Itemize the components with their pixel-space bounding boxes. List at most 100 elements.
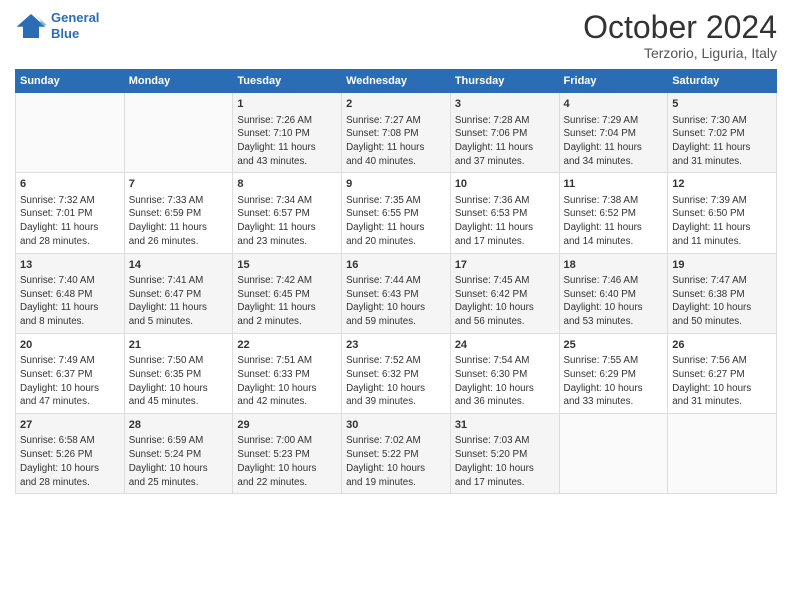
day-info: Sunrise: 7:39 AMSunset: 6:50 PMDaylight:… (672, 194, 772, 249)
day-number: 28 (129, 418, 229, 433)
day-info: Sunrise: 7:56 AMSunset: 6:27 PMDaylight:… (672, 354, 772, 409)
day-number: 7 (129, 177, 229, 192)
day-number: 25 (564, 338, 664, 353)
day-cell: 18Sunrise: 7:46 AMSunset: 6:40 PMDayligh… (559, 253, 668, 333)
day-cell: 5 Sunrise: 7:30 AMSunset: 7:02 PMDaylight… (668, 93, 777, 173)
day-cell: 22Sunrise: 7:51 AMSunset: 6:33 PMDayligh… (233, 333, 342, 413)
day-info: Sunrise: 7:49 AMSunset: 6:37 PMDaylight:… (20, 354, 120, 409)
day-cell: 14Sunrise: 7:41 AMSunset: 6:47 PMDayligh… (124, 253, 233, 333)
day-info: Sunrise: 7:46 AMSunset: 6:40 PMDaylight:… (564, 274, 664, 329)
day-info: Sunrise: 7:44 AMSunset: 6:43 PMDaylight:… (346, 274, 446, 329)
day-cell: 23Sunrise: 7:52 AMSunset: 6:32 PMDayligh… (342, 333, 451, 413)
day-info: Sunrise: 7:42 AMSunset: 6:45 PMDaylight:… (237, 274, 337, 329)
day-info: Sunrise: 7:38 AMSunset: 6:52 PMDaylight:… (564, 194, 664, 249)
day-cell (124, 93, 233, 173)
day-info: Sunrise: 7:54 AMSunset: 6:30 PMDaylight:… (455, 354, 555, 409)
day-cell: 26Sunrise: 7:56 AMSunset: 6:27 PMDayligh… (668, 333, 777, 413)
day-info: Sunrise: 7:41 AMSunset: 6:47 PMDaylight:… (129, 274, 229, 329)
day-number: 23 (346, 338, 446, 353)
day-info: Sunrise: 7:50 AMSunset: 6:35 PMDaylight:… (129, 354, 229, 409)
col-header-wednesday: Wednesday (342, 70, 451, 93)
logo: General Blue (15, 10, 99, 41)
day-cell: 28Sunrise: 6:59 AMSunset: 5:24 PMDayligh… (124, 414, 233, 494)
header-row: SundayMondayTuesdayWednesdayThursdayFrid… (16, 70, 777, 93)
day-number: 20 (20, 338, 120, 353)
week-row-4: 20Sunrise: 7:49 AMSunset: 6:37 PMDayligh… (16, 333, 777, 413)
day-cell: 30Sunrise: 7:02 AMSunset: 5:22 PMDayligh… (342, 414, 451, 494)
week-row-2: 6 Sunrise: 7:32 AMSunset: 7:01 PMDaylight… (16, 173, 777, 253)
day-number: 1 (237, 97, 337, 112)
day-info: Sunrise: 7:33 AMSunset: 6:59 PMDaylight:… (129, 194, 229, 249)
day-cell: 12Sunrise: 7:39 AMSunset: 6:50 PMDayligh… (668, 173, 777, 253)
day-number: 21 (129, 338, 229, 353)
page: General Blue October 2024 Terzorio, Ligu… (0, 0, 792, 612)
day-cell: 29Sunrise: 7:00 AMSunset: 5:23 PMDayligh… (233, 414, 342, 494)
col-header-saturday: Saturday (668, 70, 777, 93)
day-info: Sunrise: 7:47 AMSunset: 6:38 PMDaylight:… (672, 274, 772, 329)
day-cell (559, 414, 668, 494)
week-row-3: 13Sunrise: 7:40 AMSunset: 6:48 PMDayligh… (16, 253, 777, 333)
day-number: 22 (237, 338, 337, 353)
day-number: 8 (237, 177, 337, 192)
day-number: 3 (455, 97, 555, 112)
day-info: Sunrise: 7:32 AMSunset: 7:01 PMDaylight:… (20, 194, 120, 249)
day-number: 2 (346, 97, 446, 112)
day-info: Sunrise: 6:59 AMSunset: 5:24 PMDaylight:… (129, 434, 229, 489)
day-info: Sunrise: 7:00 AMSunset: 5:23 PMDaylight:… (237, 434, 337, 489)
logo-icon (15, 12, 47, 40)
day-cell: 7 Sunrise: 7:33 AMSunset: 6:59 PMDaylight… (124, 173, 233, 253)
day-cell: 4Sunrise: 7:29 AMSunset: 7:04 PMDaylight… (559, 93, 668, 173)
day-cell: 2 Sunrise: 7:27 AMSunset: 7:08 PMDaylight… (342, 93, 451, 173)
day-number: 16 (346, 258, 446, 273)
day-number: 4 (564, 97, 664, 112)
day-info: Sunrise: 7:35 AMSunset: 6:55 PMDaylight:… (346, 194, 446, 249)
col-header-monday: Monday (124, 70, 233, 93)
day-info: Sunrise: 7:51 AMSunset: 6:33 PMDaylight:… (237, 354, 337, 409)
day-cell: 31Sunrise: 7:03 AMSunset: 5:20 PMDayligh… (450, 414, 559, 494)
col-header-friday: Friday (559, 70, 668, 93)
day-number: 5 (672, 97, 772, 112)
day-number: 29 (237, 418, 337, 433)
day-number: 24 (455, 338, 555, 353)
day-cell: 17Sunrise: 7:45 AMSunset: 6:42 PMDayligh… (450, 253, 559, 333)
day-cell (668, 414, 777, 494)
day-cell: 25Sunrise: 7:55 AMSunset: 6:29 PMDayligh… (559, 333, 668, 413)
col-header-thursday: Thursday (450, 70, 559, 93)
day-info: Sunrise: 7:52 AMSunset: 6:32 PMDaylight:… (346, 354, 446, 409)
day-cell: 11Sunrise: 7:38 AMSunset: 6:52 PMDayligh… (559, 173, 668, 253)
day-cell: 9 Sunrise: 7:35 AMSunset: 6:55 PMDaylight… (342, 173, 451, 253)
day-cell: 21Sunrise: 7:50 AMSunset: 6:35 PMDayligh… (124, 333, 233, 413)
day-info: Sunrise: 7:34 AMSunset: 6:57 PMDaylight:… (237, 194, 337, 249)
day-cell: 1 Sunrise: 7:26 AMSunset: 7:10 PMDaylight… (233, 93, 342, 173)
day-cell: 27Sunrise: 6:58 AMSunset: 5:26 PMDayligh… (16, 414, 125, 494)
day-info: Sunrise: 7:26 AMSunset: 7:10 PMDaylight:… (237, 114, 337, 169)
day-cell: 15Sunrise: 7:42 AMSunset: 6:45 PMDayligh… (233, 253, 342, 333)
month-title: October 2024 (583, 10, 777, 45)
day-number: 6 (20, 177, 120, 192)
day-info: Sunrise: 7:28 AMSunset: 7:06 PMDaylight:… (455, 114, 555, 169)
title-block: October 2024 Terzorio, Liguria, Italy (583, 10, 777, 61)
day-cell (16, 93, 125, 173)
day-number: 30 (346, 418, 446, 433)
day-info: Sunrise: 7:55 AMSunset: 6:29 PMDaylight:… (564, 354, 664, 409)
day-number: 9 (346, 177, 446, 192)
day-number: 15 (237, 258, 337, 273)
day-number: 26 (672, 338, 772, 353)
day-info: Sunrise: 7:27 AMSunset: 7:08 PMDaylight:… (346, 114, 446, 169)
day-number: 18 (564, 258, 664, 273)
day-info: Sunrise: 7:30 AMSunset: 7:02 PMDaylight:… (672, 114, 772, 169)
day-number: 17 (455, 258, 555, 273)
calendar-table: SundayMondayTuesdayWednesdayThursdayFrid… (15, 69, 777, 494)
day-cell: 19Sunrise: 7:47 AMSunset: 6:38 PMDayligh… (668, 253, 777, 333)
day-number: 13 (20, 258, 120, 273)
day-info: Sunrise: 7:03 AMSunset: 5:20 PMDaylight:… (455, 434, 555, 489)
day-info: Sunrise: 6:58 AMSunset: 5:26 PMDaylight:… (20, 434, 120, 489)
day-number: 27 (20, 418, 120, 433)
day-number: 14 (129, 258, 229, 273)
day-info: Sunrise: 7:40 AMSunset: 6:48 PMDaylight:… (20, 274, 120, 329)
day-info: Sunrise: 7:45 AMSunset: 6:42 PMDaylight:… (455, 274, 555, 329)
logo-text: General Blue (51, 10, 99, 41)
location-subtitle: Terzorio, Liguria, Italy (583, 45, 777, 61)
day-cell: 13Sunrise: 7:40 AMSunset: 6:48 PMDayligh… (16, 253, 125, 333)
col-header-sunday: Sunday (16, 70, 125, 93)
